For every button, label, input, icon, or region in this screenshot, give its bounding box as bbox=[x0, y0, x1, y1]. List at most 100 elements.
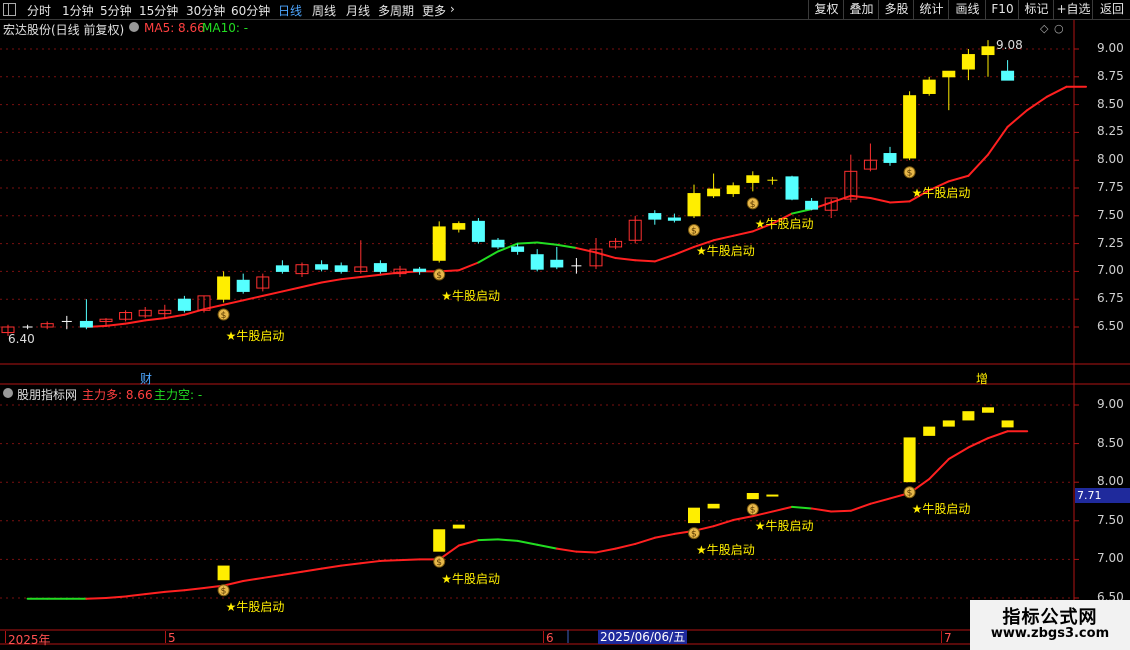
ma-line-segment bbox=[673, 245, 695, 256]
ma-line-segment bbox=[301, 281, 323, 288]
period-tab[interactable]: 15分钟 bbox=[139, 2, 178, 19]
sub-line-segment bbox=[340, 562, 362, 567]
sub-line-segment bbox=[359, 559, 382, 565]
chevron-down-icon[interactable] bbox=[129, 22, 139, 32]
toolbar-button[interactable]: 叠加 bbox=[843, 0, 879, 19]
ma-line-segment bbox=[987, 125, 1009, 156]
sub-line-segment bbox=[928, 458, 950, 481]
ma-line-segment bbox=[595, 251, 617, 260]
money-bag-icon: $ bbox=[436, 271, 442, 281]
ma-line-segment bbox=[320, 278, 343, 284]
period-tab[interactable]: 日线 bbox=[278, 2, 302, 19]
signal-label: ★牛股启动 bbox=[441, 571, 500, 586]
candle-body bbox=[942, 70, 956, 78]
toolbar-button[interactable]: F10 bbox=[985, 0, 1019, 19]
sub-line-segment bbox=[830, 509, 852, 513]
signal-label: ★牛股启动 bbox=[696, 543, 755, 558]
ma-line-segment bbox=[732, 230, 754, 237]
signal-label: ★牛股启动 bbox=[441, 288, 500, 303]
period-tab[interactable]: 多周期 bbox=[378, 2, 414, 19]
candle-body bbox=[550, 259, 564, 268]
date-axis-label: 2025年 bbox=[8, 633, 51, 647]
candle-body bbox=[471, 220, 485, 242]
sub-bar bbox=[766, 494, 779, 497]
bull-label: 主力多: 8.66 bbox=[82, 388, 153, 402]
candle-body bbox=[785, 176, 799, 200]
signal-label: ★牛股启动 bbox=[696, 244, 755, 259]
candle-body bbox=[432, 226, 446, 261]
chevron-right-icon[interactable]: › bbox=[450, 2, 455, 16]
toolbar-button[interactable]: 标记 bbox=[1018, 0, 1054, 19]
ma-line-segment bbox=[105, 322, 127, 327]
chevron-down-icon[interactable] bbox=[3, 388, 13, 398]
candle-body bbox=[981, 46, 995, 56]
money-bag-icon: $ bbox=[750, 506, 756, 516]
ma-line-segment bbox=[281, 285, 303, 293]
price-axis-label: 7.50 bbox=[1097, 207, 1124, 222]
ma-line-segment bbox=[477, 250, 499, 264]
circle-icon[interactable]: ○ bbox=[1054, 22, 1064, 35]
candle-body bbox=[315, 264, 329, 270]
period-tab[interactable]: 30分钟 bbox=[186, 2, 225, 19]
sub-line-segment bbox=[144, 590, 166, 596]
kline-chart[interactable]: $ $ $ $ $ $ $ $ $ $ bbox=[0, 20, 1130, 650]
signal-label: ★牛股启动 bbox=[911, 502, 971, 517]
ma-line-segment bbox=[849, 194, 872, 200]
finance-marker[interactable]: 财 bbox=[140, 370, 152, 387]
sub-line-segment bbox=[849, 502, 872, 512]
signal-label: ★牛股启动 bbox=[754, 217, 814, 232]
ma-line-segment bbox=[203, 303, 225, 311]
ma-line-segment bbox=[869, 197, 891, 204]
sub-bar bbox=[433, 529, 446, 552]
sub-bar bbox=[982, 407, 994, 413]
candle-body bbox=[373, 263, 387, 272]
low-price-label: 6.40 bbox=[8, 332, 35, 346]
ma-line-segment bbox=[1026, 95, 1048, 112]
ma-line-segment bbox=[516, 241, 539, 245]
candle-body bbox=[667, 217, 681, 221]
period-tab[interactable]: 更多 bbox=[422, 2, 446, 19]
period-tab[interactable]: 月线 bbox=[346, 2, 370, 19]
ma-line-segment bbox=[791, 208, 813, 215]
signal-label: ★牛股启动 bbox=[225, 328, 285, 343]
period-tab[interactable]: 1分钟 bbox=[62, 2, 94, 19]
toolbar-button[interactable]: +自选 bbox=[1053, 0, 1093, 19]
period-tab[interactable]: 5分钟 bbox=[100, 2, 132, 19]
sub-bar bbox=[942, 420, 955, 427]
ma5-label: MA5: 8.66 bbox=[144, 21, 205, 35]
candle-body bbox=[511, 246, 525, 252]
period-tab[interactable]: 60分钟 bbox=[231, 2, 270, 19]
panel-toggle-icon[interactable] bbox=[3, 3, 16, 16]
sub-bar bbox=[452, 524, 465, 529]
sub-axis-label: 8.50 bbox=[1097, 435, 1124, 450]
period-tab[interactable]: 周线 bbox=[312, 2, 336, 19]
signal-label: ★牛股启动 bbox=[911, 186, 971, 201]
sub-line-segment bbox=[791, 505, 813, 510]
sub-line-segment bbox=[987, 430, 1009, 440]
signal-label: ★牛股启动 bbox=[225, 600, 285, 615]
sub-panel-title: 股朋指标网 bbox=[17, 388, 78, 402]
date-tick bbox=[5, 631, 6, 643]
toolbar-button[interactable]: 多股 bbox=[878, 0, 914, 19]
increase-marker[interactable]: 增 bbox=[976, 370, 988, 387]
ma-line-segment bbox=[359, 273, 382, 278]
period-tab[interactable]: 分时 bbox=[27, 2, 51, 19]
sub-line-segment bbox=[497, 538, 519, 542]
sub-line-segment bbox=[555, 547, 578, 553]
toolbar-button[interactable]: 复权 bbox=[808, 0, 844, 19]
sub-line-segment bbox=[85, 597, 107, 600]
price-axis-label: 6.50 bbox=[1097, 319, 1124, 333]
diamond-icon[interactable]: ◇ bbox=[1040, 22, 1048, 35]
money-bag-icon: $ bbox=[221, 587, 227, 597]
ma-line-segment bbox=[947, 174, 970, 183]
candle-body bbox=[707, 188, 721, 197]
toolbar-button[interactable]: 返回 bbox=[1092, 0, 1130, 19]
toolbar-button[interactable]: 画线 bbox=[948, 0, 986, 19]
toolbar-button[interactable]: 统计 bbox=[913, 0, 949, 19]
ma-line-segment bbox=[1006, 109, 1029, 128]
sub-line-segment bbox=[536, 543, 558, 550]
main-panel-title: 宏达股份(日线 前复权) bbox=[3, 23, 125, 37]
sub-line-segment bbox=[653, 532, 676, 539]
price-axis-label: 9.00 bbox=[1097, 41, 1124, 55]
date-axis-label: 7 bbox=[944, 631, 952, 645]
